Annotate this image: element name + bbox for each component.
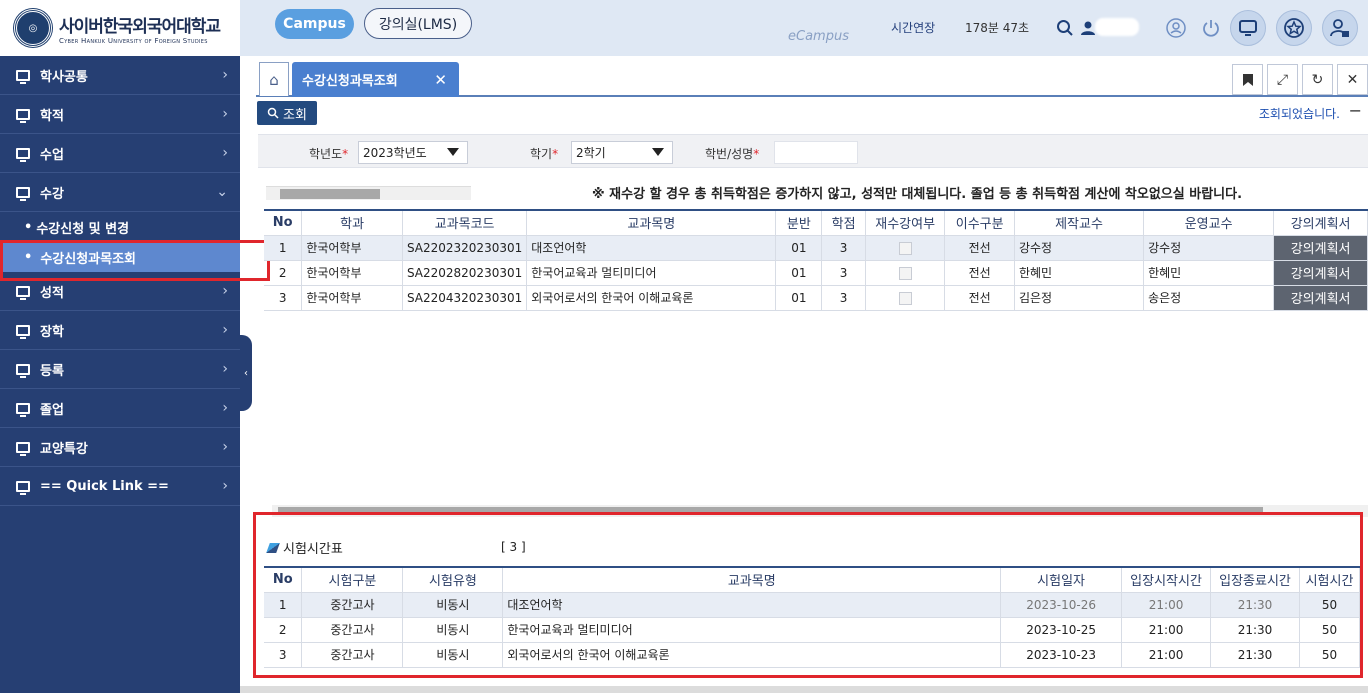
sidebar-item-quick-link[interactable]: == Quick Link == › xyxy=(0,467,240,506)
chevron-right-icon: › xyxy=(222,322,228,338)
retake-checkbox[interactable] xyxy=(898,291,912,305)
sidebar-item-special-lecture[interactable]: 교양특강 › xyxy=(0,428,240,467)
sidebar-item-academic-common[interactable]: 학사공통 › xyxy=(0,56,240,95)
monitor-icon xyxy=(16,402,30,417)
ecampus-logo: eCampus xyxy=(788,29,849,44)
sidebar-collapse-handle[interactable]: ‹ xyxy=(240,335,252,411)
student-label: 학번/성명* xyxy=(705,147,760,161)
col-completion-type: 이수구분 xyxy=(944,210,1015,236)
highlight-box-exam xyxy=(253,512,1363,678)
course-table: No 학과 교과목코드 교과목명 분반 학점 재수강여부 이수구분 제작교수 운… xyxy=(264,209,1368,311)
refresh-icon[interactable]: ↻ xyxy=(1302,64,1333,95)
retake-notice: ※ 재수강 할 경우 총 취득학점은 증가하지 않고, 성적만 대체됩니다. 졸… xyxy=(592,187,1243,202)
highlight-box-menu xyxy=(0,240,270,281)
close-window-icon[interactable]: ✕ xyxy=(1337,64,1368,95)
syllabus-button[interactable]: 강의계획서 xyxy=(1273,260,1368,286)
monitor-icon xyxy=(16,69,30,84)
status-message: 조회되었습니다. xyxy=(1258,107,1340,121)
notice-scrollbar[interactable] xyxy=(266,186,471,200)
year-select[interactable]: 2023학년도 xyxy=(358,141,468,164)
tab-bar: ⌂ 수강신청과목조회 ✕ ⤢ ↻ ✕ xyxy=(256,62,1368,97)
chevron-right-icon: › xyxy=(222,106,228,122)
syllabus-button[interactable]: 강의계획서 xyxy=(1273,285,1368,311)
monitor-icon xyxy=(16,441,30,456)
chevron-right-icon: › xyxy=(222,67,228,83)
expand-icon[interactable]: ⤢ xyxy=(1267,64,1298,95)
col-dept: 학과 xyxy=(301,210,403,236)
logo[interactable]: ◎ 사이버한국외국어대학교 Cyber Hankuk University of… xyxy=(0,0,240,56)
time-extend-link[interactable]: 시간연장 xyxy=(891,19,935,36)
chevron-right-icon: › xyxy=(222,361,228,377)
page-scrollbar[interactable] xyxy=(240,686,1368,693)
sidebar-item-scholarship[interactable]: 장학 › xyxy=(0,311,240,350)
col-section: 분반 xyxy=(775,210,823,236)
logo-korean-name: 사이버한국외국어대학교 xyxy=(59,16,221,37)
minimize-icon[interactable]: − xyxy=(1349,101,1362,120)
search-button[interactable]: 조회 xyxy=(257,101,317,125)
accessibility-icon[interactable] xyxy=(1158,10,1194,46)
time-remaining: 178분 47초 xyxy=(965,21,1030,35)
col-no: No xyxy=(264,210,303,236)
table-row[interactable]: 2 한국어학부 SA2202820230301 한국어교육과 멀티미디어 01 … xyxy=(264,260,1368,286)
tab-enrolled-courses[interactable]: 수강신청과목조회 ✕ xyxy=(292,62,459,97)
close-tab-icon[interactable]: ✕ xyxy=(434,71,447,89)
sidebar-item-student-record[interactable]: 학적 › xyxy=(0,95,240,134)
monitor-icon xyxy=(16,363,30,378)
campus-button[interactable]: Campus xyxy=(275,9,354,39)
monitor-icon xyxy=(16,285,30,300)
chevron-right-icon: › xyxy=(222,439,228,455)
home-icon[interactable]: ⌂ xyxy=(259,62,289,96)
lms-button[interactable]: 강의실(LMS) xyxy=(364,8,472,39)
col-code: 교과목코드 xyxy=(402,210,528,236)
col-credit: 학점 xyxy=(821,210,866,236)
top-bar: Campus 강의실(LMS) eCampus 시간연장 178분 47초 xyxy=(240,0,1368,56)
user-name-redacted xyxy=(1095,18,1139,36)
year-label: 학년도* xyxy=(309,147,349,161)
col-syllabus: 강의계획서 xyxy=(1273,210,1368,236)
retake-checkbox[interactable] xyxy=(898,241,912,255)
retake-checkbox[interactable] xyxy=(898,266,912,280)
chevron-down-icon: ⌄ xyxy=(216,184,228,200)
semester-label: 학기* xyxy=(530,147,559,161)
sidebar-subitem-enroll-change[interactable]: • 수강신청 및 변경 xyxy=(0,212,240,242)
monitor-icon xyxy=(16,480,30,495)
student-input[interactable] xyxy=(774,141,858,164)
semester-select[interactable]: 2학기 xyxy=(571,141,673,164)
col-producer-prof: 제작교수 xyxy=(1014,210,1145,236)
col-retake: 재수강여부 xyxy=(865,210,946,236)
col-operator-prof: 운영교수 xyxy=(1143,210,1275,236)
logo-english-name: Cyber Hankuk University of Foreign Studi… xyxy=(59,36,208,45)
dropdown-arrow-icon xyxy=(447,148,459,156)
monitor-icon xyxy=(16,147,30,162)
sidebar-item-enrollment[interactable]: 수강 ⌄ xyxy=(0,173,240,212)
sidebar-item-graduation[interactable]: 졸업 › xyxy=(0,389,240,428)
monitor-icon xyxy=(16,324,30,339)
dropdown-arrow-icon xyxy=(652,148,664,156)
monitor-icon[interactable] xyxy=(1230,10,1266,46)
sidebar: 학사공통 › 학적 › 수업 › 수강 ⌄ • 수강신청 및 변경 • 수강신청과목조회 성… xyxy=(0,56,240,693)
user-lock-icon[interactable] xyxy=(1322,10,1358,46)
university-seal-icon: ◎ xyxy=(14,9,52,47)
chevron-right-icon: › xyxy=(222,478,228,494)
monitor-icon xyxy=(16,186,30,201)
syllabus-button[interactable]: 강의계획서 xyxy=(1273,235,1368,261)
filter-bar: 학년도* 2023학년도 학기* 2학기 학번/성명* xyxy=(258,134,1368,168)
chevron-right-icon: › xyxy=(222,283,228,299)
table-row[interactable]: 3 한국어학부 SA2204320230301 외국어로서의 한국어 이해교육론… xyxy=(264,285,1368,311)
chevron-right-icon: › xyxy=(222,400,228,416)
monitor-icon xyxy=(16,108,30,123)
favorite-star-icon[interactable] xyxy=(1276,10,1312,46)
bookmark-icon[interactable] xyxy=(1232,64,1263,95)
power-icon[interactable] xyxy=(1193,10,1229,46)
sidebar-item-registration[interactable]: 등록 › xyxy=(0,350,240,389)
sidebar-item-class[interactable]: 수업 › xyxy=(0,134,240,173)
table-row[interactable]: 1 한국어학부 SA2202320230301 대조언어학 01 3 전선 강수… xyxy=(264,235,1368,261)
chevron-right-icon: › xyxy=(222,145,228,161)
search-icon xyxy=(267,107,279,119)
col-course-name: 교과목명 xyxy=(526,210,777,236)
